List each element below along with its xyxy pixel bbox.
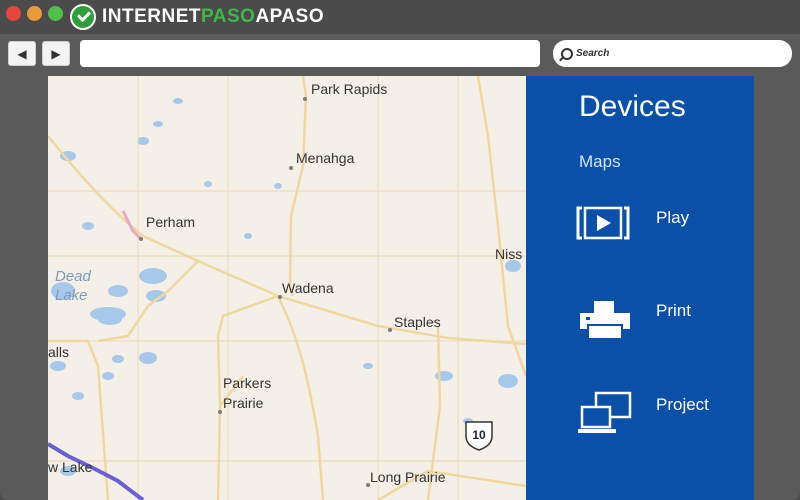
device-label-project: Project <box>656 395 709 414</box>
device-label-print: Print <box>656 301 691 320</box>
city-label-perham: Perham <box>146 214 196 230</box>
city-label-niss: Niss <box>495 246 523 262</box>
city-label-menahga: Menahga <box>296 150 355 166</box>
forward-button[interactable]: ▶ <box>42 41 70 66</box>
project-screen-icon <box>578 391 632 433</box>
browser-window: INTERNETPASOAPASO ◀ ▶ Search Park Rapids… <box>0 0 800 500</box>
device-item-print[interactable]: Print <box>576 297 746 347</box>
city-label-w-lake: w Lake <box>48 459 93 475</box>
search-input[interactable]: Search <box>553 40 792 67</box>
site-logo-text: INTERNETPASOAPASO <box>102 6 325 27</box>
minimize-window-button[interactable] <box>27 6 42 21</box>
pane-app-name: Maps <box>579 152 621 171</box>
city-label-prairie: Prairie <box>223 395 264 411</box>
map-view[interactable]: Park Rapids Menahga Perham Wadena Staple… <box>48 76 526 500</box>
city-label-staples: Staples <box>394 314 441 330</box>
device-label-play: Play <box>656 208 690 227</box>
title-bar: INTERNETPASOAPASO <box>0 0 800 34</box>
city-label-long-prairie: Long Prairie <box>370 469 446 485</box>
city-label-wadena: Wadena <box>282 280 334 296</box>
lake-label-dead: Dead <box>55 268 91 285</box>
devices-charm-pane: Devices Maps Play Print Project <box>526 76 754 500</box>
printer-icon <box>580 301 630 340</box>
checkmark-logo-icon <box>70 4 96 30</box>
city-label-alls: alls <box>48 344 70 360</box>
maximize-window-button[interactable] <box>48 6 63 21</box>
device-item-project[interactable]: Project <box>576 391 746 441</box>
lake-label-lake: Lake <box>55 287 88 304</box>
address-bar[interactable] <box>80 40 540 67</box>
pane-title: Devices <box>579 90 686 123</box>
play-to-icon <box>576 206 630 240</box>
site-logo: INTERNETPASOAPASO <box>70 4 324 30</box>
city-label-parkers: Parkers <box>223 375 272 391</box>
device-item-play[interactable]: Play <box>576 204 746 254</box>
forward-arrow-icon: ▶ <box>51 46 61 61</box>
screenshot-content: Park Rapids Menahga Perham Wadena Staple… <box>48 76 754 500</box>
close-window-button[interactable] <box>6 6 21 21</box>
back-arrow-icon: ◀ <box>17 46 27 61</box>
search-placeholder: Search <box>576 48 610 59</box>
browser-toolbar: ◀ ▶ Search <box>0 34 800 74</box>
highway-number: 10 <box>472 428 486 442</box>
back-button[interactable]: ◀ <box>8 41 36 66</box>
city-label-park-rapids: Park Rapids <box>311 81 388 97</box>
search-icon <box>561 47 573 60</box>
